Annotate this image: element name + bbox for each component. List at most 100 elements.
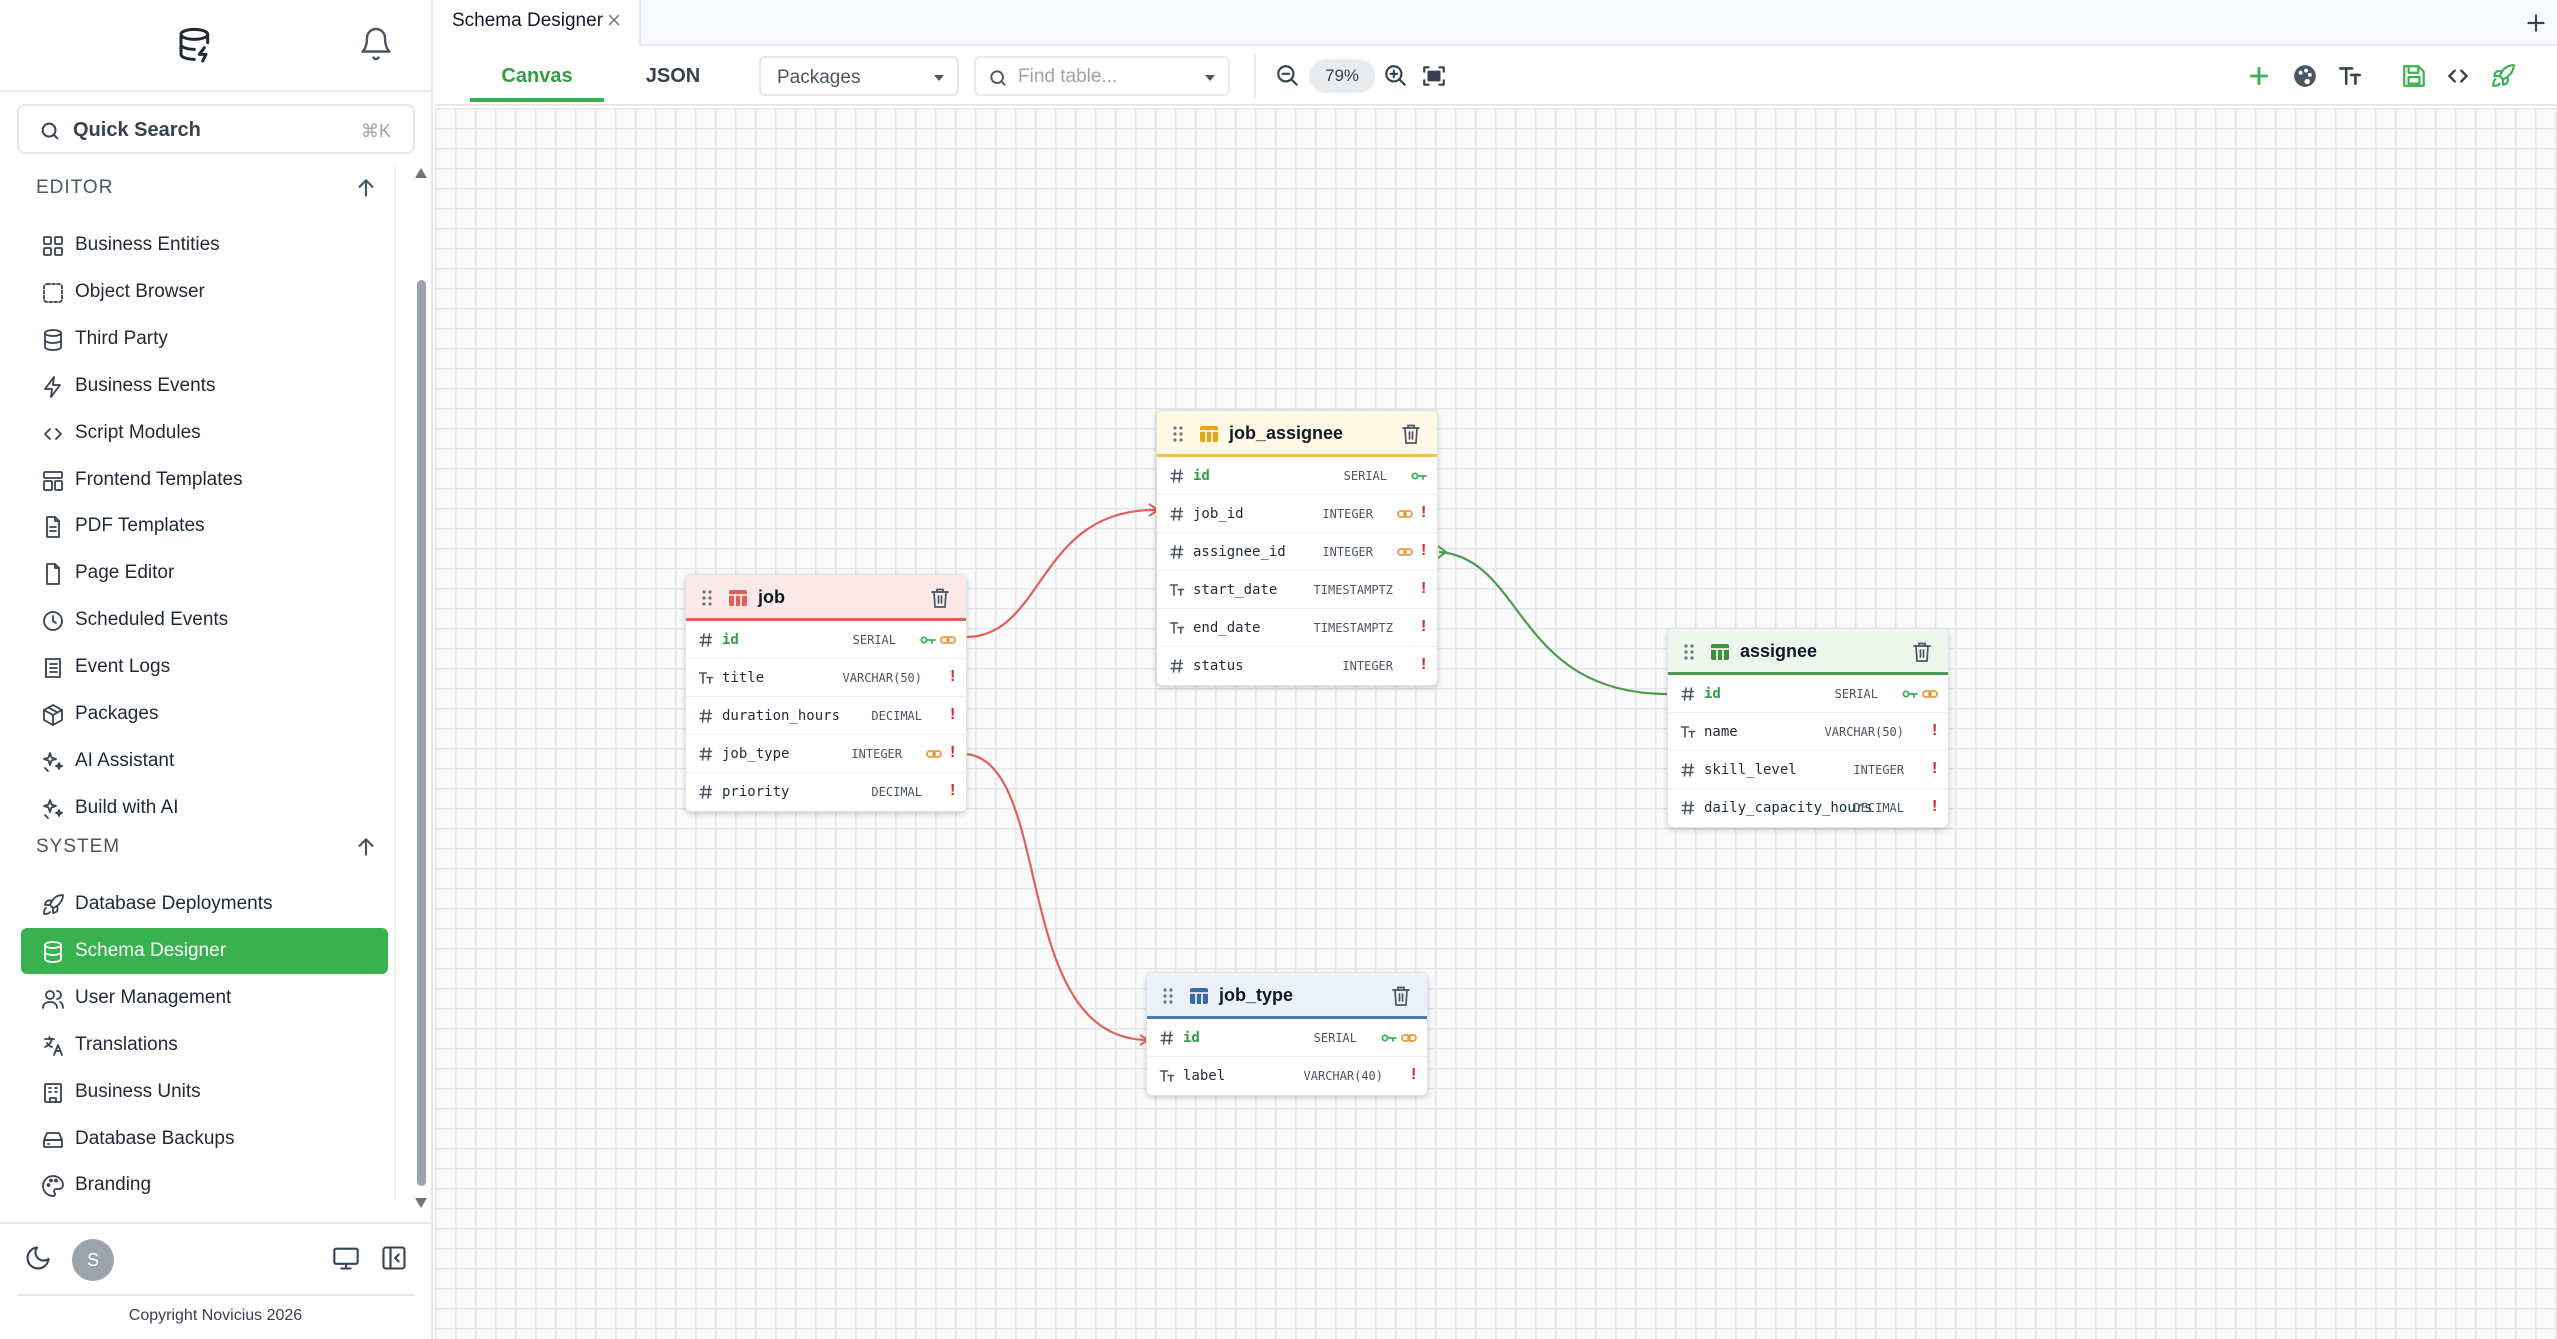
drag-handle-icon[interactable] (1161, 987, 1175, 1005)
avatar[interactable]: S (72, 1239, 114, 1281)
sidebar-item-schema-designer[interactable]: Schema Designer (21, 927, 388, 974)
sidebar-item-object-browser[interactable]: Object Browser (21, 269, 388, 315)
sidebar-item-branding[interactable]: Branding (21, 1162, 388, 1200)
table-field-row[interactable]: status INTEGER! (1157, 647, 1437, 685)
table-field-row[interactable]: end_date TIMESTAMPTZ! (1157, 609, 1437, 647)
scroll-up-icon[interactable] (414, 167, 428, 179)
field-name: id (1183, 1030, 1200, 1046)
quick-search-label: Quick Search (73, 119, 201, 141)
trash-icon[interactable] (1912, 641, 1932, 663)
sidebar-item-database-deployments[interactable]: Database Deployments (21, 881, 388, 927)
table-card-job[interactable]: job id SERIAL title VARCHAR(50)! duration_hou… (685, 574, 967, 812)
sidebar-item-frontend-templates[interactable]: Frontend Templates (21, 457, 388, 503)
building-icon (44, 1082, 62, 1103)
trash-icon[interactable] (1401, 423, 1421, 445)
add-table-plus-icon[interactable] (2246, 63, 2272, 89)
table-header[interactable]: assignee (1668, 629, 1948, 675)
clock-icon (43, 611, 63, 632)
trash-icon[interactable] (930, 587, 950, 609)
tab-canvas[interactable]: Canvas (470, 46, 604, 102)
drag-handle-icon[interactable] (700, 589, 714, 607)
zoom-in-icon[interactable] (1383, 63, 1409, 89)
sidebar-item-event-logs[interactable]: Event Logs (21, 644, 388, 690)
sidebar-item-packages[interactable]: Packages (21, 691, 388, 737)
find-table-field[interactable] (974, 56, 1230, 96)
notifications-bell-icon[interactable] (358, 26, 394, 62)
table-card-assignee[interactable]: assignee id SERIAL name VARCHAR(50)! skill_le… (1667, 628, 1949, 828)
table-field-row[interactable]: priority DECIMAL! (686, 773, 966, 811)
collapse-system-arrow-icon[interactable] (353, 834, 379, 860)
sidebar-nav: EDITOR Business Entities Object Browser Th… (13, 165, 396, 1200)
monitor-icon[interactable] (332, 1244, 360, 1272)
sidebar-item-pdf-templates[interactable]: PDF Templates (21, 503, 388, 549)
fit-view-icon[interactable] (1421, 63, 1447, 89)
panel-toggle-icon[interactable] (380, 1244, 408, 1272)
quick-search-button[interactable]: Quick Search ⌘K (17, 104, 415, 154)
sidebar-item-label: Schema Designer (75, 939, 227, 961)
palette-icon[interactable] (2292, 63, 2318, 89)
sidebar-item-scheduled-events[interactable]: Scheduled Events (21, 597, 388, 643)
table-field-row[interactable]: assignee_id INTEGER! (1157, 533, 1437, 571)
table-card-job-type[interactable]: job_type id SERIAL label VARCHAR(40)! (1146, 972, 1428, 1096)
text-type-icon[interactable] (2337, 63, 2363, 89)
add-tab-plus-icon[interactable] (2523, 10, 2549, 36)
table-card-job-assignee[interactable]: job_assignee id SERIAL job_id INTEGER! assign… (1156, 410, 1438, 686)
scroll-down-icon[interactable] (414, 1197, 428, 1209)
code-view-icon[interactable] (2445, 63, 2471, 89)
sidebar-item-ai-assistant[interactable]: AI Assistant (21, 738, 388, 784)
field-name: status (1193, 658, 1244, 674)
sidebar-item-label: Business Entities (75, 234, 220, 255)
trash-icon[interactable] (1391, 985, 1411, 1007)
sidebar-item-third-party[interactable]: Third Party (21, 316, 388, 362)
sidebar-item-translations[interactable]: Translations (21, 1022, 388, 1068)
sidebar-item-build-with-ai[interactable]: Build with AI (21, 785, 388, 831)
collapse-editor-arrow-icon[interactable] (353, 175, 379, 201)
deploy-rocket-icon[interactable] (2490, 63, 2516, 89)
table-header[interactable]: job_assignee (1157, 411, 1437, 457)
zoom-out-icon[interactable] (1275, 63, 1301, 89)
table-field-row[interactable]: label VARCHAR(40)! (1147, 1057, 1427, 1095)
table-field-row[interactable]: title VARCHAR(50)! (686, 659, 966, 697)
relation-job-id-to-job-assignee-job-id[interactable] (965, 508, 1158, 639)
sidebar-item-business-entities[interactable]: Business Entities (21, 222, 388, 268)
table-field-row[interactable]: id SERIAL (1157, 457, 1437, 495)
tab-schema-designer[interactable]: Schema Designer (435, 0, 641, 46)
table-field-row[interactable]: daily_capacity_hours DECIMAL! (1668, 789, 1948, 827)
table-field-row[interactable]: duration_hours DECIMAL! (686, 697, 966, 735)
sidebar-item-business-units[interactable]: Business Units (21, 1069, 388, 1115)
table-field-row[interactable]: start_date TIMESTAMPTZ! (1157, 571, 1437, 609)
relation-job-assignee-to-assignee[interactable] (1438, 550, 1669, 696)
table-field-row[interactable]: name VARCHAR(50)! (1668, 713, 1948, 751)
drag-handle-icon[interactable] (1682, 643, 1696, 661)
required-indicator: ! (1932, 798, 1938, 815)
sidebar-item-database-backups[interactable]: Database Backups (21, 1116, 388, 1162)
table-field-row[interactable]: id SERIAL (1147, 1019, 1427, 1057)
table-field-row[interactable]: job_id INTEGER! (1157, 495, 1437, 533)
sidebar-scrollbar[interactable] (413, 165, 429, 1215)
relation-job-type-to-job-type-id[interactable] (965, 752, 1148, 1042)
packages-select[interactable]: Packages (759, 56, 959, 96)
scrollbar-thumb[interactable] (417, 280, 426, 1186)
drag-handle-icon[interactable] (1171, 425, 1185, 443)
sidebar-item-user-management[interactable]: User Management (21, 975, 388, 1021)
field-type: VARCHAR(50) (1824, 725, 1904, 739)
moon-icon[interactable] (24, 1244, 52, 1272)
sidebar-item-page-editor[interactable]: Page Editor (21, 550, 388, 596)
table-field-row[interactable]: skill_level INTEGER! (1668, 751, 1948, 789)
field-name: assignee_id (1193, 544, 1286, 560)
sidebar: Quick Search ⌘K EDITOR Business Entities… (0, 0, 433, 1339)
table-header[interactable]: job_type (1147, 973, 1427, 1019)
schema-canvas[interactable]: job id SERIAL title VARCHAR(50)! duration_hou… (435, 108, 2557, 1339)
table-field-row[interactable]: job_type INTEGER! (686, 735, 966, 773)
table-header[interactable]: job (686, 575, 966, 621)
sidebar-item-business-events[interactable]: Business Events (21, 363, 388, 409)
sidebar-item-script-modules[interactable]: Script Modules (21, 410, 388, 456)
database-icon (44, 328, 62, 351)
table-field-row[interactable]: id SERIAL (1668, 675, 1948, 713)
find-table-input[interactable] (1018, 64, 1188, 90)
save-icon[interactable] (2401, 63, 2427, 89)
table-field-row[interactable]: id SERIAL (686, 621, 966, 659)
chevron-down-icon[interactable] (1202, 70, 1218, 86)
tab-json[interactable]: JSON (606, 46, 740, 102)
close-tab-icon[interactable] (605, 11, 623, 29)
